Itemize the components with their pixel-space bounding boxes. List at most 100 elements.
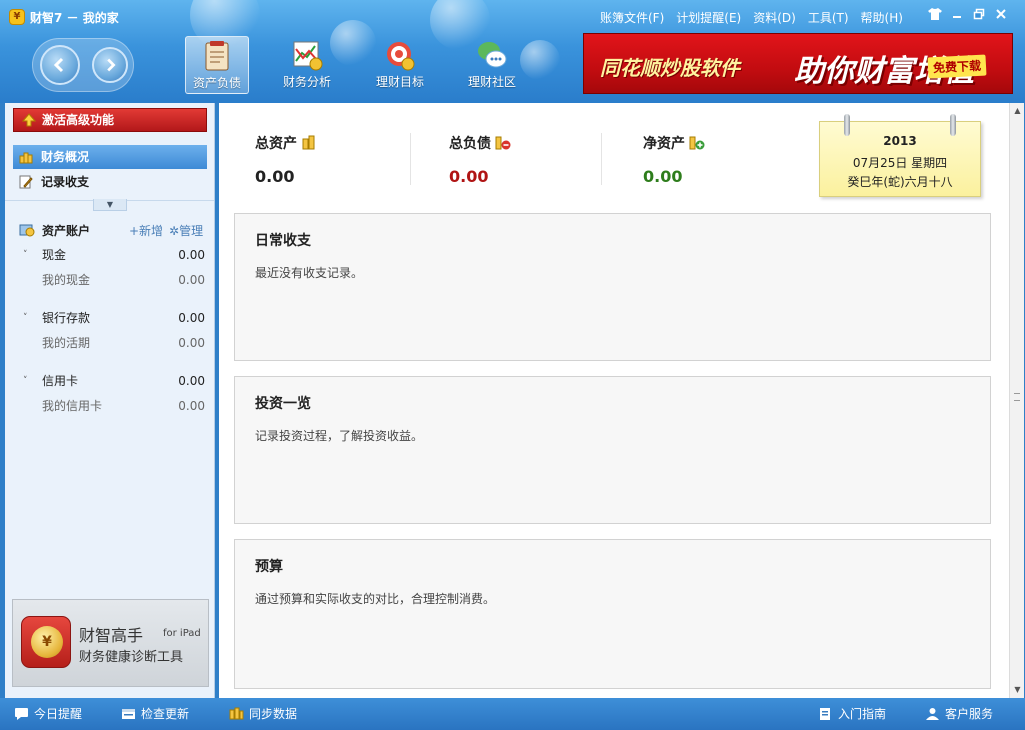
- stat-value: 0.00: [255, 167, 295, 186]
- sync-icon: [229, 707, 244, 720]
- menu-item-tools[interactable]: 工具(T): [808, 9, 849, 26]
- card-daily-income-expense[interactable]: 日常收支 最近没有收支记录。: [234, 213, 991, 361]
- scroll-down-icon[interactable]: ▼: [1010, 682, 1025, 698]
- coins-icon: [19, 152, 33, 164]
- today-reminder-button[interactable]: 今日提醒: [14, 705, 82, 723]
- stat-label: 总负债: [449, 136, 491, 152]
- summary-total-assets: 总资产 0.00: [255, 133, 317, 186]
- status-label: 同步数据: [249, 707, 298, 721]
- sidebar-item-label: 记录收支: [41, 175, 90, 189]
- guide-book-icon: [820, 708, 830, 720]
- scroll-grip[interactable]: [1014, 393, 1020, 401]
- close-icon[interactable]: [992, 8, 1010, 26]
- calendar-year: 2013: [883, 134, 917, 148]
- pin-icon: [950, 114, 956, 136]
- manage-accounts-link[interactable]: ✲管理: [169, 222, 203, 239]
- account-amount: 0.00: [178, 248, 205, 262]
- card-budget[interactable]: 预算 通过预算和实际收支的对比，合理控制消费。: [234, 539, 991, 689]
- title-toolbar-area: ¥ 财智7 － 我的家 账簿文件(F) 计划提醒(E) 资料(D) 工具(T) …: [0, 0, 1025, 103]
- toolbar-label: 理财目标: [375, 75, 424, 89]
- chevron-down-icon[interactable]: ˅: [23, 243, 28, 268]
- summary-net-assets: 净资产 0.00: [643, 133, 705, 186]
- customer-service-button[interactable]: 客户服务: [925, 705, 993, 723]
- coin-minus-icon: [495, 134, 511, 150]
- sidebar-item-overview[interactable]: 财务概况: [13, 145, 207, 169]
- account-group-credit: ˅ 信用卡 0.00 我的信用卡 0.00: [19, 369, 209, 419]
- manage-label: 管理: [179, 224, 204, 238]
- sync-data-button[interactable]: 同步数据: [229, 705, 297, 723]
- divider: [601, 133, 602, 185]
- toolbar-financial-goal[interactable]: 理财目标: [368, 36, 432, 94]
- account-category-row[interactable]: ˅ 信用卡 0.00: [19, 369, 209, 394]
- chevron-down-icon[interactable]: ˅: [23, 369, 28, 394]
- account-row[interactable]: 我的活期 0.00: [19, 331, 209, 356]
- up-arrow-icon: [22, 113, 36, 127]
- card-investment-overview[interactable]: 投资一览 记录投资过程，了解投资收益。: [234, 376, 991, 524]
- ad-banner[interactable]: 同花顺炒股软件 助你财富增值 免费下载: [583, 33, 1013, 94]
- divider: [410, 133, 411, 185]
- vertical-scrollbar[interactable]: ▲ ▼: [1009, 103, 1024, 698]
- window-controls: [926, 8, 1010, 26]
- stat-value: 0.00: [643, 167, 683, 186]
- toolbar-label: 资产负债: [192, 76, 241, 90]
- toolbar-community[interactable]: 理财社区: [460, 36, 524, 94]
- sidebar-item-record[interactable]: 记录收支: [13, 170, 207, 194]
- account-row[interactable]: 我的信用卡 0.00: [19, 394, 209, 419]
- main-content: 总资产 0.00 总负债 0.00 净资产 0.00 2013 07月25日 星…: [219, 103, 1009, 698]
- menu-item-help[interactable]: 帮助(H): [861, 9, 903, 26]
- stat-label: 总资产: [255, 136, 297, 152]
- stat-label: 净资产: [643, 136, 685, 152]
- account-row[interactable]: 我的现金 0.00: [19, 268, 209, 293]
- getting-started-button[interactable]: 入门指南: [818, 705, 886, 723]
- person-icon: [926, 708, 939, 720]
- account-amount: 0.00: [178, 399, 205, 413]
- status-label: 入门指南: [838, 707, 887, 721]
- scroll-up-icon[interactable]: ▲: [1010, 103, 1025, 119]
- promo-platform: for iPad: [163, 628, 201, 639]
- coin-glyph: ¥: [31, 626, 63, 658]
- forward-button[interactable]: [92, 47, 128, 83]
- menu-item-plan-reminder[interactable]: 计划提醒(E): [676, 9, 741, 26]
- add-account-link[interactable]: +新增: [129, 222, 163, 239]
- chevron-down-icon[interactable]: ˅: [23, 306, 28, 331]
- account-name: 信用卡: [42, 374, 79, 388]
- arrow-right-icon: [107, 58, 116, 72]
- left-sidebar: 激活高级功能 财务概况 记录收支 ▼ 资产账户 +新增 ✲管理 ˅ 现金 0.0…: [5, 103, 215, 698]
- stat-value: 0.00: [449, 167, 489, 186]
- activate-advanced-button[interactable]: 激活高级功能: [13, 108, 207, 132]
- card-title: 投资一览: [255, 396, 311, 412]
- activate-label: 激活高级功能: [42, 113, 115, 127]
- accounts-header: 资产账户 +新增 ✲管理: [19, 222, 209, 240]
- pin-icon: [844, 114, 850, 136]
- ledger-icon: [201, 40, 233, 72]
- check-update-button[interactable]: 检查更新: [121, 705, 189, 723]
- account-amount: 0.00: [178, 374, 205, 388]
- toolbar-assets-liabilities[interactable]: 资产负债: [185, 36, 249, 94]
- chart-icon: [291, 39, 323, 71]
- menu-item-ledger-file[interactable]: 账簿文件(F): [600, 9, 664, 26]
- account-amount: 0.00: [178, 273, 205, 287]
- account-category-row[interactable]: ˅ 现金 0.00: [19, 243, 209, 268]
- menu-bar: 账簿文件(F) 计划提醒(E) 资料(D) 工具(T) 帮助(H): [600, 9, 903, 26]
- toolbar-financial-analysis[interactable]: 财务分析: [275, 36, 339, 94]
- restore-icon[interactable]: [970, 8, 988, 26]
- account-group-cash: ˅ 现金 0.00 我的现金 0.00: [19, 243, 209, 293]
- menu-item-data[interactable]: 资料(D): [753, 9, 796, 26]
- account-name: 银行存款: [42, 311, 91, 325]
- account-category-row[interactable]: ˅ 银行存款 0.00: [19, 306, 209, 331]
- pencil-note-icon: [19, 175, 33, 189]
- minimize-icon[interactable]: [948, 8, 966, 26]
- medal-coin-icon: ¥: [21, 616, 71, 668]
- window-title: 财智7 － 我的家: [30, 11, 119, 25]
- collapse-toggle[interactable]: ▼: [93, 199, 127, 211]
- coin-stack-icon: [301, 134, 317, 150]
- status-label: 检查更新: [141, 707, 190, 721]
- status-label: 今日提醒: [34, 707, 83, 721]
- coin-plus-icon: [689, 134, 705, 150]
- skin-shirt-icon[interactable]: [926, 8, 944, 26]
- calendar-lunar-date: 癸巳年(蛇)六月十八: [847, 175, 953, 189]
- back-button[interactable]: [40, 45, 80, 85]
- accounts-title: 资产账户: [42, 224, 91, 238]
- accounts-icon: [19, 224, 35, 237]
- ipad-promo-banner[interactable]: ¥ 财智高手 for iPad 财务健康诊断工具: [12, 599, 209, 687]
